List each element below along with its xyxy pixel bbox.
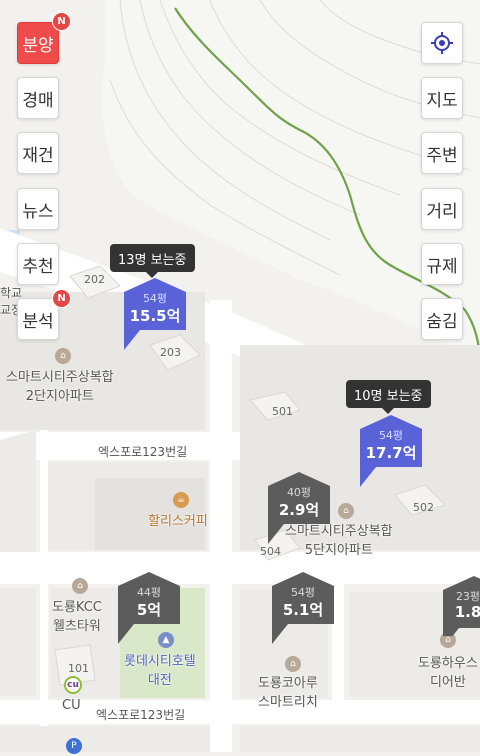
apartment-icon: ⌂	[338, 503, 354, 519]
marker-size: 23평	[455, 590, 480, 603]
new-badge: N	[52, 12, 71, 31]
place-label: 도룡KCC 웰츠타워	[52, 600, 102, 634]
marker-size: 54평	[378, 429, 404, 442]
street-label: 엑스포로123번길	[96, 708, 186, 722]
building-number: 101	[68, 662, 89, 675]
viewers-bubble: 10명 보는중	[346, 380, 431, 414]
marker-price: 17.7억	[365, 444, 417, 462]
price-marker[interactable]: 40평 2.9억	[268, 472, 330, 544]
menu-button-recommend[interactable]: 추천	[17, 243, 59, 285]
menu-button-auction[interactable]: 경매	[17, 77, 59, 119]
apartment-icon: ⌂	[72, 578, 88, 594]
marker-price: 5억	[136, 601, 162, 619]
viewers-bubble: 13명 보는중	[110, 244, 195, 278]
apartment-icon: ⌂	[285, 656, 301, 672]
menu-button-presale[interactable]: 분양	[17, 22, 59, 64]
place-label: 할리스커피	[148, 514, 208, 529]
place-label: CU	[62, 698, 81, 713]
cu-store-icon: cu	[64, 676, 82, 694]
price-marker[interactable]: 54평 5.1억	[272, 572, 334, 644]
menu-label: 거리	[426, 201, 458, 222]
menu-label: 주변	[426, 145, 458, 166]
distance-button[interactable]: 거리	[421, 188, 463, 230]
map-canvas[interactable]: ⌂ ⌂ ☕ ⌂ ▲ ⌂ ⌂ cu P 학교 교정 스마트시티주상복합 2단지아파트 …	[0, 0, 480, 754]
menu-label: 추천	[22, 256, 54, 277]
marker-price: 1.8	[454, 603, 480, 621]
apartment-icon: ⌂	[55, 348, 71, 364]
menu-label: 규제	[426, 256, 458, 277]
menu-label: 분석	[22, 311, 54, 332]
menu-label: 경매	[22, 90, 54, 111]
crosshair-icon	[431, 32, 453, 54]
regulation-button[interactable]: 규제	[421, 243, 463, 285]
building-number: 501	[272, 405, 293, 418]
place-label: 스마트시티주상복합 2단지아파트	[6, 370, 114, 404]
menu-label: 지도	[426, 90, 458, 111]
cafe-icon: ☕	[173, 492, 189, 508]
locate-button[interactable]	[421, 22, 463, 64]
building-number: 504	[260, 545, 281, 558]
building-number: 502	[413, 501, 434, 514]
menu-button-news[interactable]: 뉴스	[17, 188, 59, 230]
building-number: 202	[84, 273, 105, 286]
menu-label: 재건	[22, 145, 54, 166]
nearby-button[interactable]: 주변	[421, 132, 463, 174]
menu-button-rebuild[interactable]: 재건	[17, 132, 59, 174]
price-marker[interactable]: 54평 15.5억	[124, 278, 186, 350]
marker-size: 44평	[136, 586, 162, 599]
marker-size: 40평	[286, 486, 312, 499]
street-label: 엑스포로123번길	[98, 445, 188, 459]
marker-price: 15.5억	[129, 307, 181, 325]
price-marker[interactable]: 54평 17.7억	[360, 415, 422, 487]
place-label: 롯데시티호텔 대전	[124, 654, 196, 688]
price-marker[interactable]: 23평 1.8	[443, 576, 480, 636]
hide-button[interactable]: 숨김	[421, 298, 463, 340]
marker-price: 2.9억	[278, 501, 320, 519]
map-type-button[interactable]: 지도	[421, 77, 463, 119]
menu-label: 분양	[22, 35, 54, 56]
place-label: 도룡코아루 스마트리치	[258, 676, 318, 710]
new-badge: N	[52, 289, 71, 308]
marker-size: 54평	[142, 292, 168, 305]
price-marker[interactable]: 44평 5억	[118, 572, 180, 644]
menu-label: 숨김	[426, 311, 458, 332]
marker-size: 54평	[290, 586, 316, 599]
menu-button-analysis[interactable]: 분석	[17, 298, 59, 340]
menu-label: 뉴스	[22, 201, 54, 222]
marker-price: 5.1억	[282, 601, 324, 619]
place-label: 도룡하우스 디어반	[418, 656, 478, 690]
